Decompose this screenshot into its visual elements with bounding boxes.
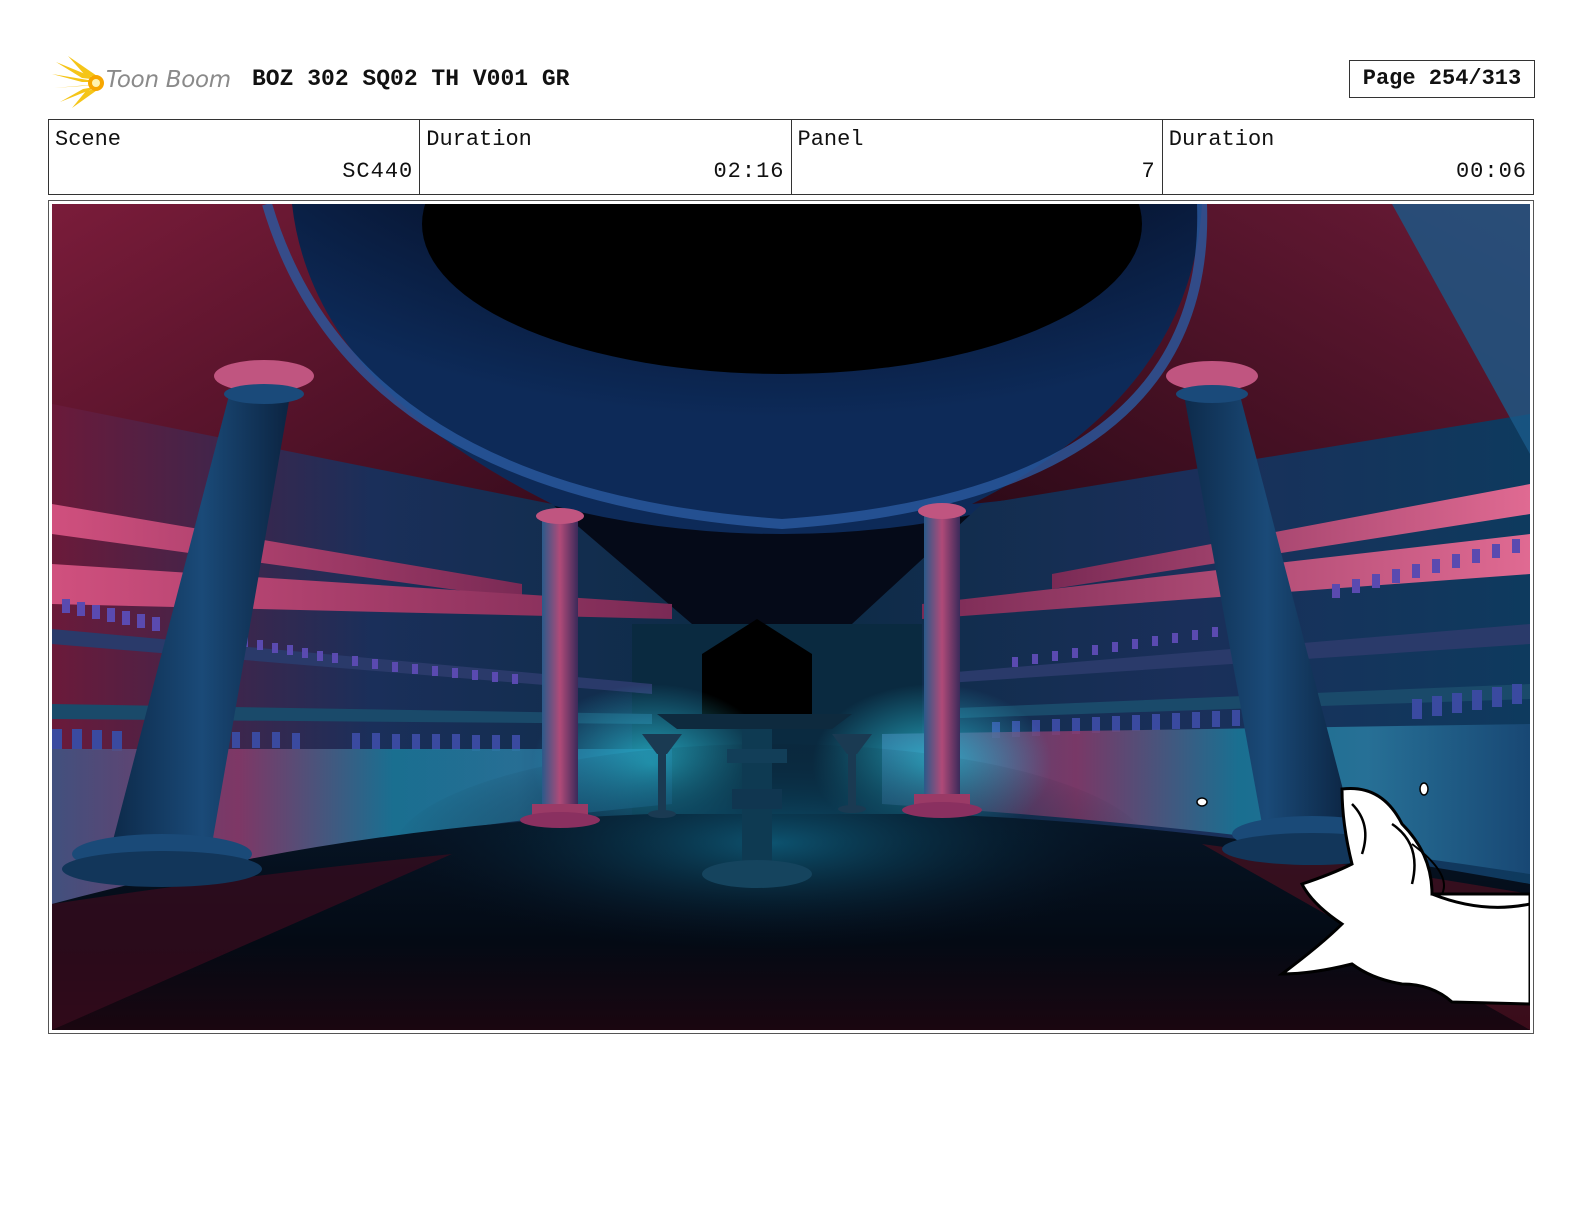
storyboard-panel-image xyxy=(52,204,1530,1030)
logo-text: Toon Boom xyxy=(106,67,231,93)
scene-duration-value: 02:16 xyxy=(713,159,785,184)
starburst-icon xyxy=(52,56,104,108)
rendered-scene-illustration xyxy=(52,204,1530,1030)
scene-duration-label: Duration xyxy=(426,127,532,152)
storyboard-panel-frame xyxy=(48,200,1534,1034)
scene-value: SC440 xyxy=(342,159,414,184)
panel-duration-value: 00:06 xyxy=(1455,159,1527,184)
panel-value: 7 xyxy=(1141,159,1156,184)
panel-label: Panel xyxy=(797,127,864,152)
panel-duration-label: Duration xyxy=(1168,127,1275,152)
scene-cell: Scene SC440 xyxy=(49,120,421,194)
scene-duration-cell: Duration 02:16 xyxy=(420,120,792,194)
storyboard-info-table: Scene SC440 Duration 02:16 Panel 7 Durat… xyxy=(48,119,1534,195)
page-number: Page 254/313 xyxy=(1349,60,1535,98)
scene-label: Scene xyxy=(55,127,122,152)
page-header: Toon Boom BOZ 302 SQ02 TH V001 GR Page 2… xyxy=(50,54,1535,108)
toon-boom-logo: Toon Boom xyxy=(52,56,242,108)
panel-duration-cell: Duration 00:06 xyxy=(1163,120,1533,194)
panel-cell: Panel 7 xyxy=(792,120,1163,194)
document-title: BOZ 302 SQ02 TH V001 GR xyxy=(252,66,570,92)
